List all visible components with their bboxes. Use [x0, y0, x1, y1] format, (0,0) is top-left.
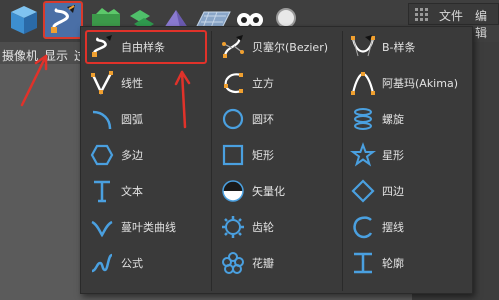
annotation-arrow-2: [180, 70, 187, 129]
annotation-arrow-1: [20, 54, 48, 107]
annotation-arrows: [20, 54, 191, 129]
